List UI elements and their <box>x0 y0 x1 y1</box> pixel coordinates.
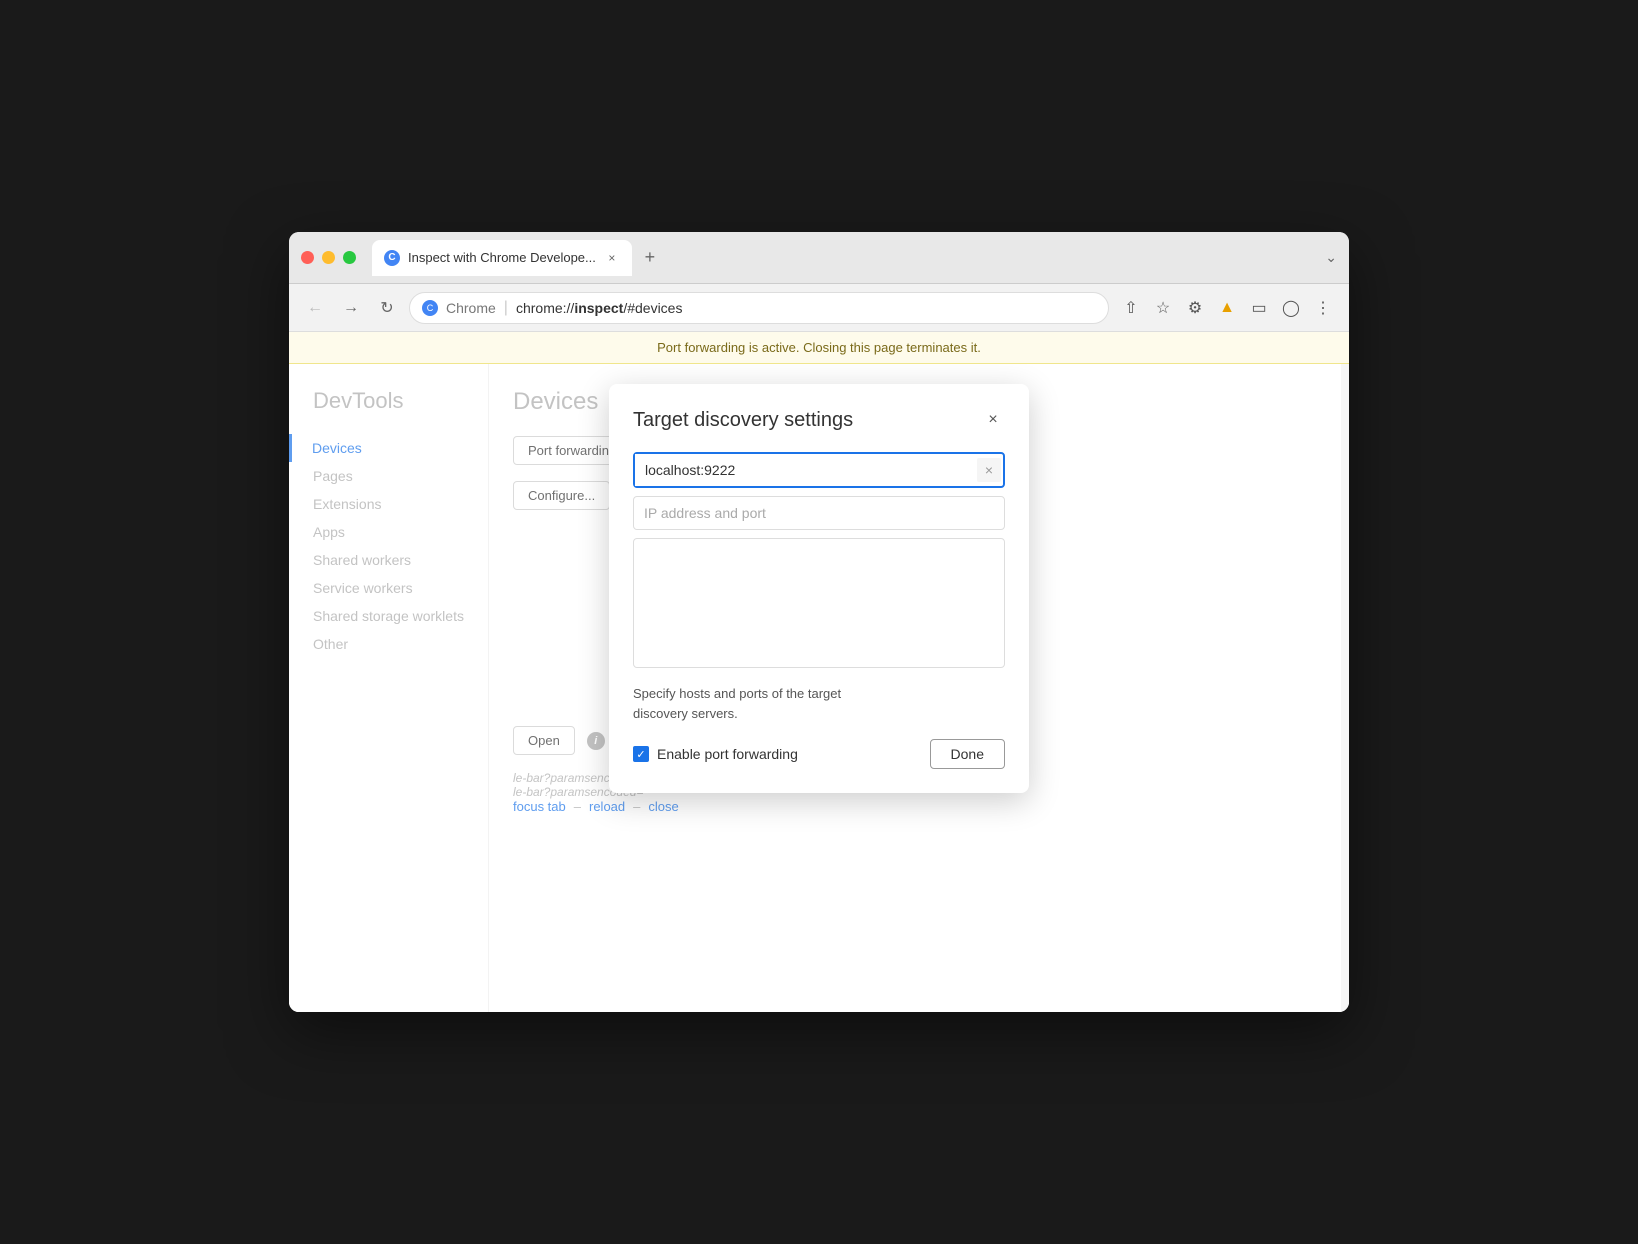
new-tab-button[interactable]: + <box>636 244 664 272</box>
profile-icon[interactable]: ◯ <box>1277 294 1305 322</box>
modal-title: Target discovery settings <box>633 409 853 432</box>
browser-window: C Inspect with Chrome Develope... × + ⌄ … <box>289 232 1349 1012</box>
title-bar: C Inspect with Chrome Develope... × + ⌄ <box>289 232 1349 284</box>
reload-button[interactable]: ↻ <box>373 294 401 322</box>
url-site-name: Chrome <box>446 300 496 316</box>
url-bar[interactable]: C Chrome | chrome://inspect/#devices <box>409 292 1109 324</box>
share-icon[interactable]: ⇧ <box>1117 294 1145 322</box>
url-separator: | <box>504 299 508 317</box>
traffic-lights <box>301 251 356 264</box>
modal-close-button[interactable]: × <box>981 408 1005 432</box>
modal-footer: ✓ Enable port forwarding Done <box>633 739 1005 769</box>
maximize-window-button[interactable] <box>343 251 356 264</box>
modal-header: Target discovery settings × <box>633 408 1005 432</box>
active-tab[interactable]: C Inspect with Chrome Develope... × <box>372 240 632 276</box>
back-button[interactable]: ← <box>301 294 329 322</box>
enable-port-forwarding-label[interactable]: ✓ Enable port forwarding <box>633 746 798 762</box>
toolbar-icons: ⇧ ☆ ⚙ ▲ ▭ ◯ ⋮ <box>1117 294 1337 322</box>
tab-favicon: C <box>384 250 400 266</box>
enable-port-forwarding-checkbox[interactable]: ✓ <box>633 746 649 762</box>
menu-icon[interactable]: ⋮ <box>1309 294 1337 322</box>
placeholder-row: IP address and port <box>633 496 1005 530</box>
modal-description: Specify hosts and ports of the targetdis… <box>633 684 1005 723</box>
additional-hosts-area[interactable] <box>633 538 1005 668</box>
tab-label: Inspect with Chrome Develope... <box>408 250 596 265</box>
tab-close-button[interactable]: × <box>604 250 620 266</box>
minimize-window-button[interactable] <box>322 251 335 264</box>
done-button[interactable]: Done <box>930 739 1005 769</box>
host-input-row: × <box>633 452 1005 488</box>
close-window-button[interactable] <box>301 251 314 264</box>
sidebar-icon[interactable]: ▭ <box>1245 294 1273 322</box>
extensions-icon[interactable]: ⚙ <box>1181 294 1209 322</box>
host-input[interactable] <box>635 454 975 486</box>
modal-backdrop: Target discovery settings × × IP address… <box>289 364 1349 1012</box>
target-discovery-modal: Target discovery settings × × IP address… <box>609 384 1029 793</box>
url-display: chrome://inspect/#devices <box>516 300 683 316</box>
forward-button[interactable]: → <box>337 294 365 322</box>
address-bar: ← → ↻ C Chrome | chrome://inspect/#devic… <box>289 284 1349 332</box>
content-area: DevTools Devices Pages Extensions Apps S… <box>289 364 1349 1012</box>
tab-bar: C Inspect with Chrome Develope... × + ⌄ <box>372 240 1337 276</box>
port-forwarding-banner: Port forwarding is active. Closing this … <box>289 332 1349 364</box>
bookmark-icon[interactable]: ☆ <box>1149 294 1177 322</box>
host-input-clear[interactable]: × <box>977 458 1001 482</box>
site-icon: C <box>422 300 438 316</box>
devtools-icon[interactable]: ▲ <box>1213 294 1241 322</box>
tab-overflow-button[interactable]: ⌄ <box>1325 249 1337 266</box>
